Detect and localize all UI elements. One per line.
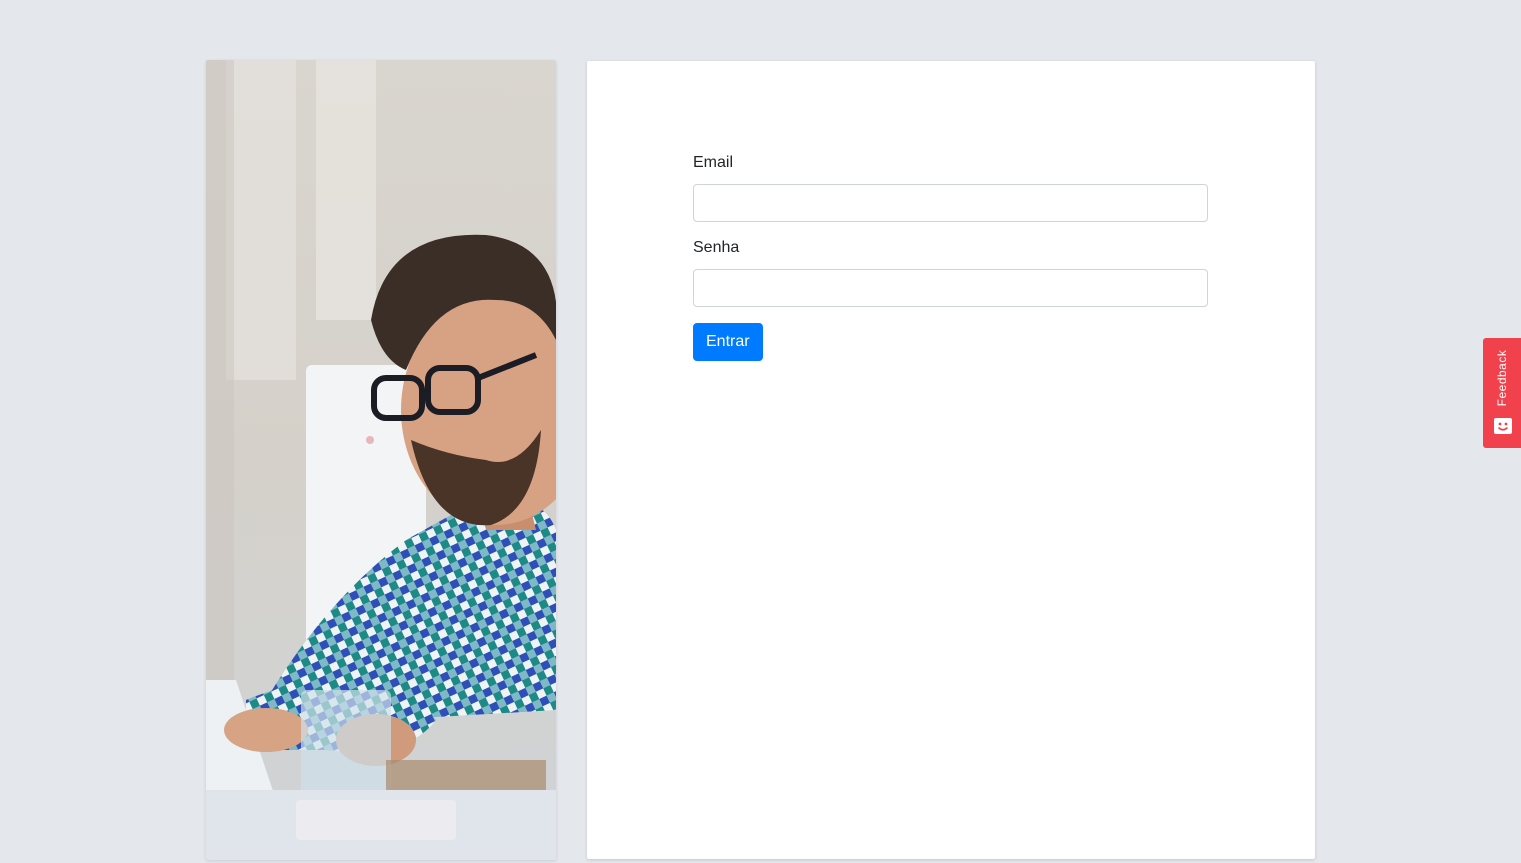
login-page: Email Senha Entrar Feedback xyxy=(0,0,1521,863)
email-group: Email xyxy=(693,153,1208,222)
password-input[interactable] xyxy=(693,269,1208,307)
hero-photo xyxy=(206,60,556,860)
feedback-label: Feedback xyxy=(1495,349,1509,407)
login-card: Email Senha Entrar xyxy=(587,61,1315,859)
login-form: Email Senha Entrar xyxy=(693,153,1208,361)
email-label: Email xyxy=(693,154,734,171)
feedback-tab[interactable]: Feedback xyxy=(1483,338,1521,448)
password-label: Senha xyxy=(693,239,740,256)
password-group: Senha xyxy=(693,238,1208,307)
login-button[interactable]: Entrar xyxy=(693,323,763,361)
smiley-icon xyxy=(1494,418,1512,434)
email-input[interactable] xyxy=(693,184,1208,222)
